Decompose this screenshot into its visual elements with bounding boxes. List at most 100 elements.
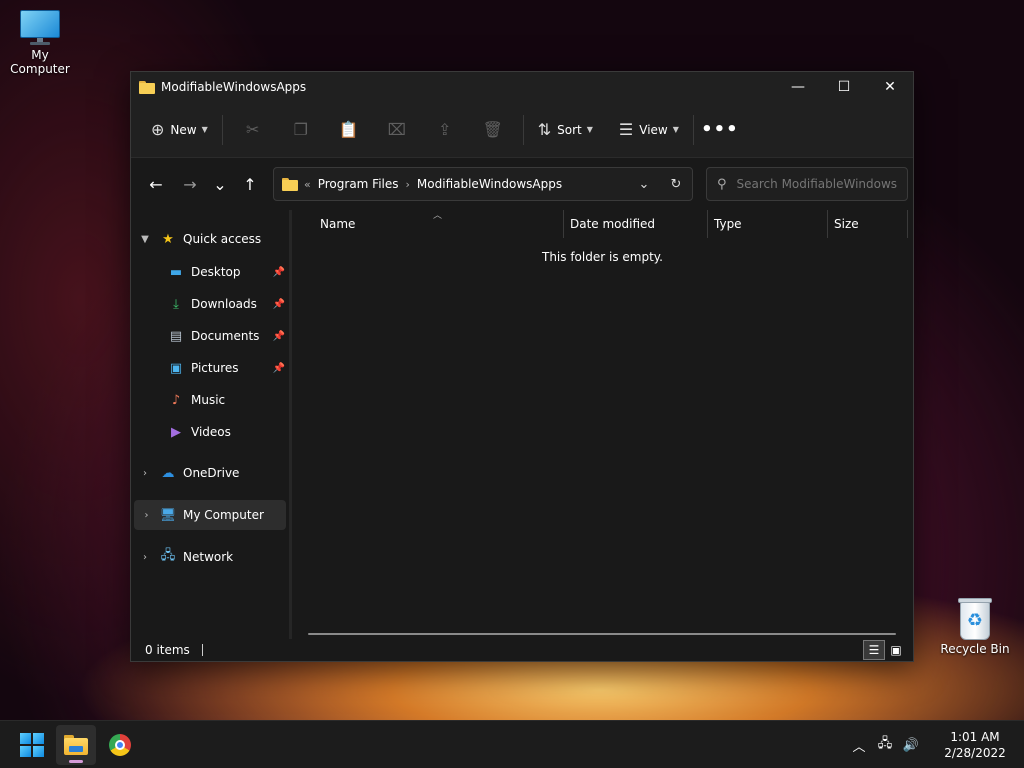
chevron-down-icon: ▼ [672, 125, 679, 134]
chevron-right-icon[interactable]: › [406, 178, 410, 191]
chevron-right-icon[interactable]: › [131, 552, 159, 563]
details-view-icon[interactable]: ☰ [863, 640, 885, 660]
sidebar-item-label: Documents [191, 329, 260, 343]
download-icon: ⤓ [173, 296, 179, 312]
window-title: ModifiableWindowsApps [161, 80, 307, 94]
status-bar: 0 items ☰ ▣ [131, 639, 913, 661]
breadcrumb-modifiablewindowsapps[interactable]: ModifiableWindowsApps [417, 177, 562, 191]
sidebar-item-label: Desktop [191, 265, 241, 279]
navigation-bar: ← → ⌄ ↑ « Program Files › ModifiableWind… [131, 158, 913, 210]
system-tray: ︿ 🖧 🔊 1:01 AM 2/28/2022 [846, 721, 1024, 768]
view-list-icon: ☰ [618, 120, 634, 139]
chevron-right-icon[interactable]: › [131, 468, 159, 479]
more-options-icon[interactable]: ••• [700, 114, 740, 146]
sort-icon: ⇅ [537, 120, 552, 139]
column-headers: ︿ Name Date modified Type Size [292, 210, 913, 238]
toolbar-divider [522, 114, 524, 145]
breadcrumb-program-files[interactable]: Program Files [318, 177, 399, 191]
sidebar-item-desktop[interactable]: ▬ Desktop 📌 [131, 258, 289, 286]
pin-icon[interactable]: 📌 [273, 331, 285, 342]
view-button[interactable]: ☰ View ▼ [611, 114, 687, 146]
search-input[interactable] [736, 177, 897, 191]
network-status-icon[interactable]: 🖧 [872, 730, 898, 760]
column-header-name[interactable]: Name [292, 210, 564, 238]
close-button[interactable]: ✕ [867, 72, 913, 102]
clock-date: 2/28/2022 [944, 746, 1006, 760]
delete-icon[interactable]: 🗑 [469, 114, 517, 146]
sidebar-item-music[interactable]: ♪ Music [131, 386, 289, 414]
column-header-date-modified[interactable]: Date modified [564, 210, 708, 238]
computer-icon: 🖥 [159, 507, 177, 523]
refresh-icon[interactable]: ↻ [660, 168, 692, 200]
item-count: 0 items [145, 643, 190, 657]
taskbar-chrome[interactable] [100, 725, 140, 765]
up-arrow-icon[interactable]: ↑ [235, 169, 265, 199]
video-icon: ▶ [171, 424, 181, 440]
sidebar-item-downloads[interactable]: ⤓ Downloads 📌 [131, 290, 289, 318]
address-bar[interactable]: « Program Files › ModifiableWindowsApps … [273, 167, 693, 201]
toolbar-divider [221, 114, 223, 145]
desktop-icon-label: Recycle Bin [940, 642, 1010, 656]
sidebar-item-videos[interactable]: ▶ Videos [131, 418, 289, 446]
paste-icon[interactable]: 📋 [325, 114, 373, 146]
volume-icon[interactable]: 🔊 [898, 730, 924, 760]
tiles-view-icon[interactable]: ▣ [885, 640, 907, 660]
sidebar-item-documents[interactable]: ▤ Documents 📌 [131, 322, 289, 350]
back-arrow-icon[interactable]: ← [141, 169, 171, 199]
sidebar-item-label: Music [191, 393, 226, 407]
maximize-button[interactable]: ☐ [821, 72, 867, 102]
taskbar-file-explorer[interactable] [56, 724, 96, 765]
status-divider [201, 644, 203, 656]
rename-icon[interactable]: ⌧ [373, 114, 421, 146]
pin-icon[interactable]: 📌 [273, 363, 285, 374]
desktop-icon-my-computer[interactable]: My Computer [0, 10, 80, 76]
taskbar: ︿ 🖧 🔊 1:01 AM 2/28/2022 [0, 720, 1024, 768]
computer-icon [18, 10, 62, 46]
new-button[interactable]: ⊕ New ▼ [143, 114, 216, 146]
sort-button[interactable]: ⇅ Sort ▼ [530, 114, 601, 146]
sidebar-item-my-computer[interactable]: › 🖥 My Computer [134, 500, 286, 530]
view-toggle: ☰ ▣ [863, 640, 907, 660]
sidebar-item-label: My Computer [183, 508, 264, 522]
recent-locations-icon[interactable]: ⌄ [205, 169, 235, 199]
column-header-size[interactable]: Size [828, 210, 908, 238]
pin-icon[interactable]: 📌 [273, 267, 285, 278]
folder-icon [282, 177, 298, 191]
cut-icon[interactable]: ✂ [229, 114, 277, 146]
copy-icon[interactable]: ❐ [277, 114, 325, 146]
breadcrumb-overflow[interactable]: « [304, 178, 311, 191]
chevron-down-icon[interactable]: ▼ [131, 234, 159, 245]
view-button-label: View [639, 122, 668, 137]
desktop-icon-recycle-bin[interactable]: ♻ Recycle Bin [935, 598, 1015, 656]
chevron-down-icon: ▼ [201, 125, 208, 134]
empty-folder-message: This folder is empty. [542, 250, 663, 264]
plus-circle-icon: ⊕ [151, 120, 165, 139]
search-box[interactable]: ⚲ [706, 167, 908, 201]
document-icon: ▤ [169, 328, 183, 344]
sidebar-item-label: OneDrive [183, 466, 240, 480]
desktop-icon: ▬ [169, 264, 183, 280]
sidebar-item-quick-access[interactable]: ▼ ★ Quick access [131, 224, 289, 254]
forward-arrow-icon[interactable]: → [175, 169, 205, 199]
start-button[interactable] [12, 725, 52, 765]
explorer-body: ▼ ★ Quick access ▬ Desktop 📌 ⤓ Downloads… [131, 210, 913, 639]
sidebar-item-pictures[interactable]: ▣ Pictures 📌 [131, 354, 289, 382]
title-bar[interactable]: ModifiableWindowsApps — ☐ ✕ [131, 72, 913, 102]
share-icon[interactable]: ⇪ [421, 114, 469, 146]
network-icon: 🖧 [160, 548, 176, 563]
desktop-icon-label: My Computer [10, 48, 70, 76]
sort-ascending-icon: ︿ [433, 211, 443, 221]
horizontal-scrollbar[interactable] [308, 633, 896, 635]
column-header-type[interactable]: Type [708, 210, 828, 238]
sidebar-item-label: Videos [191, 425, 231, 439]
pin-icon[interactable]: 📌 [273, 299, 285, 310]
minimize-button[interactable]: — [775, 72, 821, 102]
chevron-down-icon[interactable]: ⌄ [628, 168, 660, 200]
sidebar-item-network[interactable]: › 🖧 Network [131, 542, 289, 572]
chevron-right-icon[interactable]: › [134, 510, 159, 521]
file-list: ︿ Name Date modified Type Size This fold… [292, 210, 913, 639]
clock[interactable]: 1:01 AM 2/28/2022 [932, 729, 1018, 761]
sidebar-item-label: Network [183, 550, 234, 564]
sidebar-item-onedrive[interactable]: › ☁ OneDrive [131, 458, 289, 488]
chevron-up-icon[interactable]: ︿ [846, 730, 872, 760]
